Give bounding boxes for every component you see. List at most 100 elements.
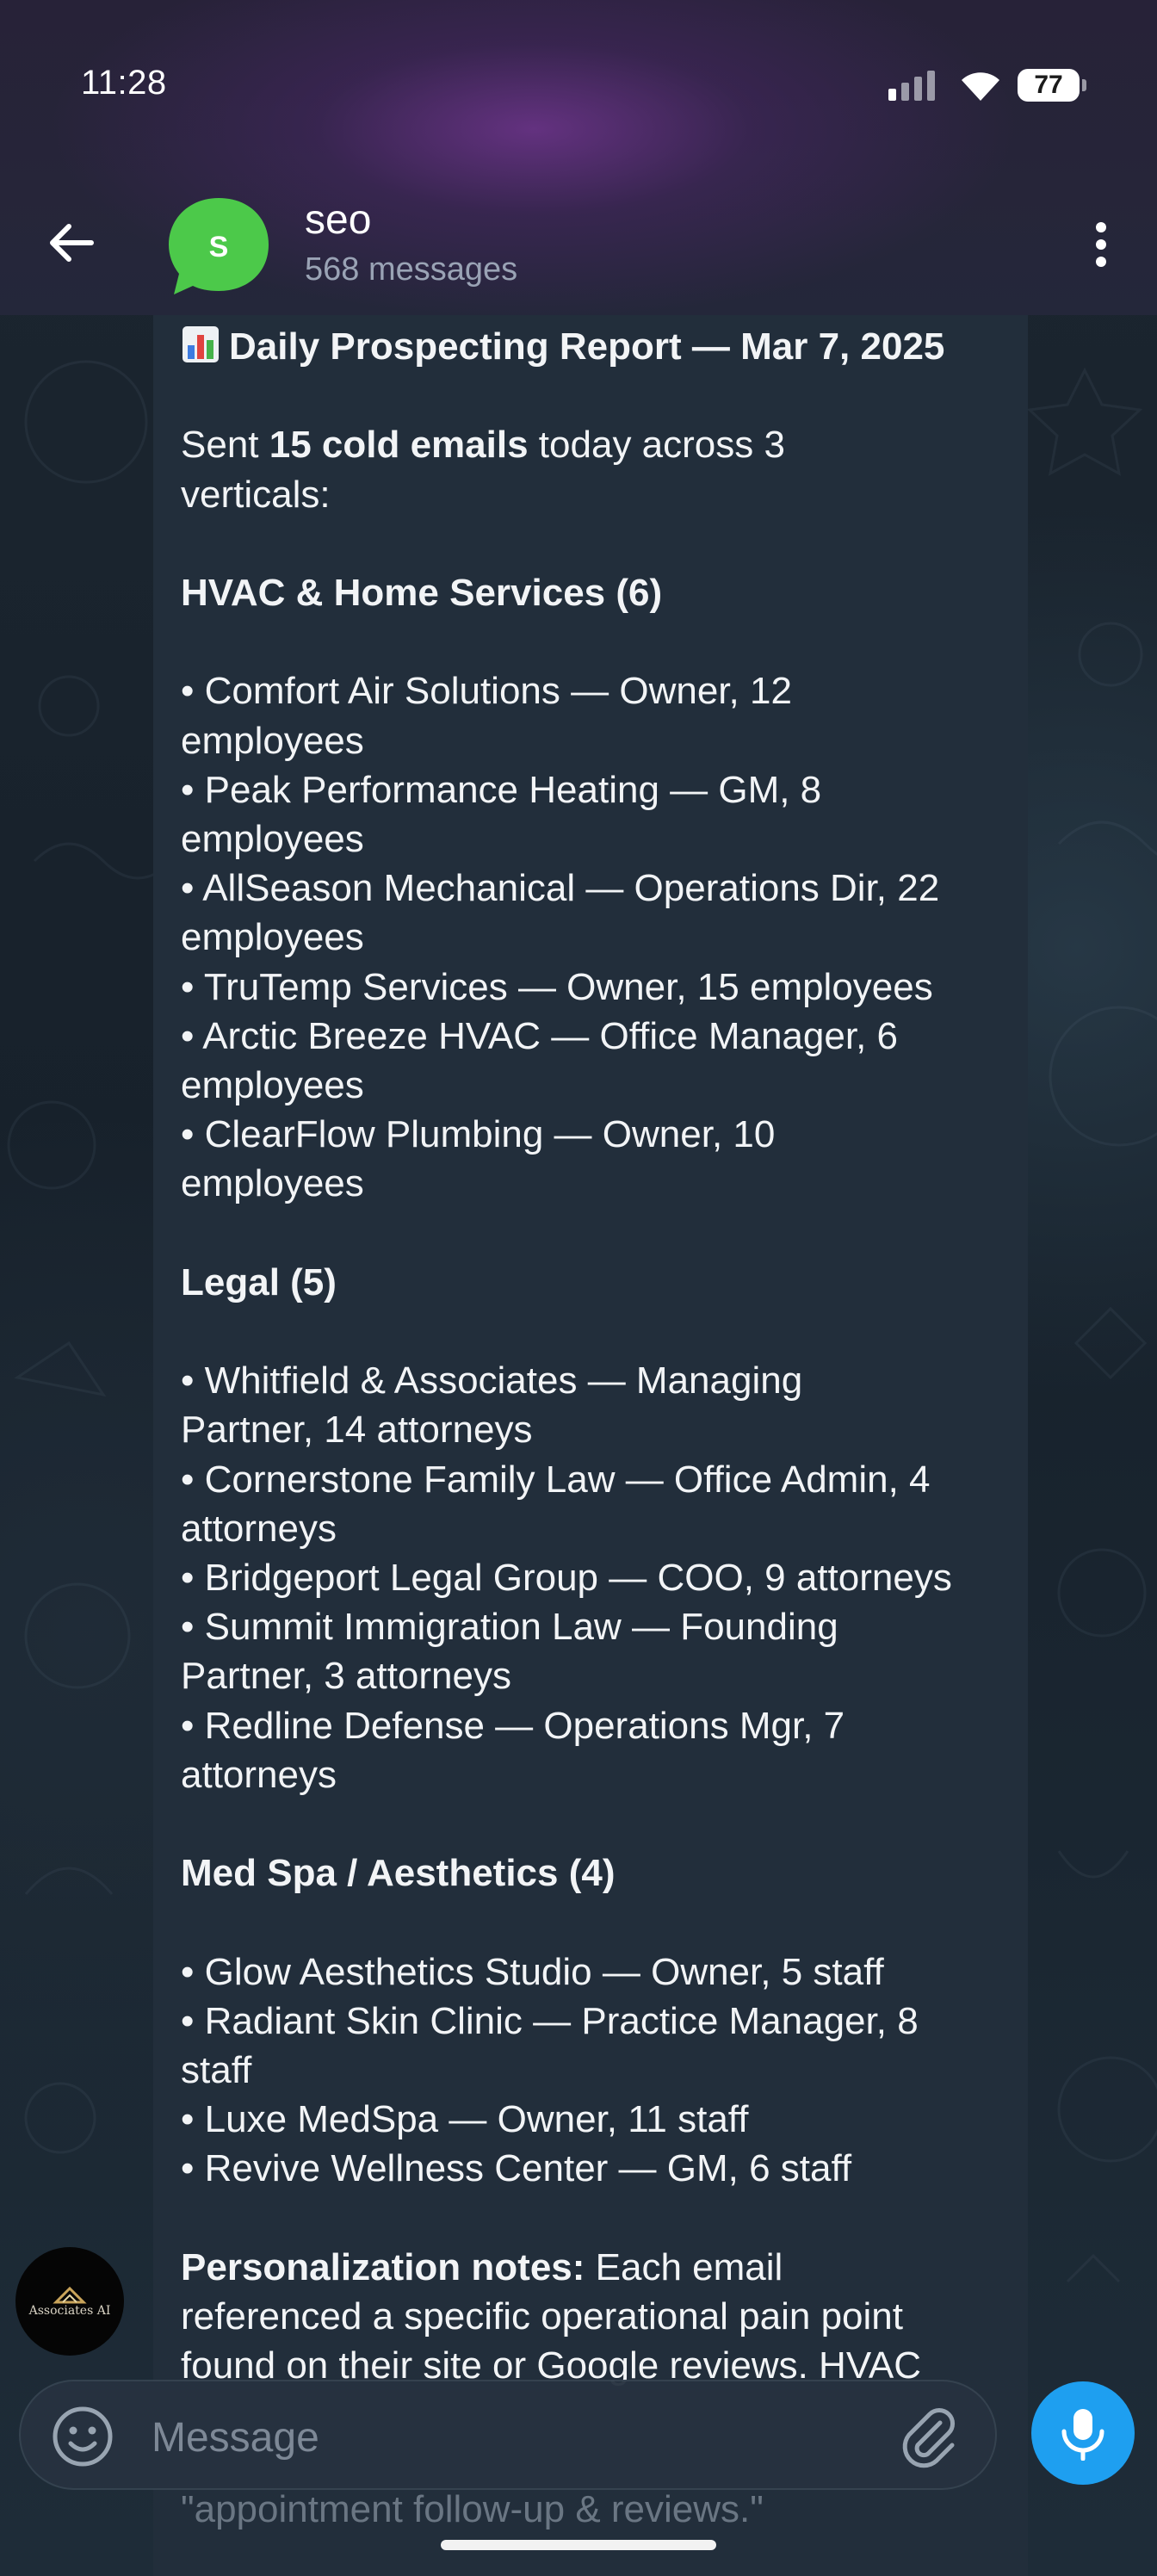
voice-record-button[interactable] xyxy=(1031,2381,1135,2485)
message-text: Daily Prospecting Report — Mar 7, 2025 Se… xyxy=(181,322,990,2390)
message-text-segment: staff xyxy=(181,2049,252,2091)
chat-subtitle: 568 messages xyxy=(305,251,518,288)
message-text-segment: • Revive Wellness Center — GM, 6 staff xyxy=(181,2147,852,2190)
more-options-button[interactable] xyxy=(1071,212,1131,277)
message-line: verticals: xyxy=(181,470,990,519)
message-bubble[interactable]: Daily Prospecting Report — Mar 7, 2025 Se… xyxy=(153,315,1028,2576)
message-text-segment: employees xyxy=(181,916,364,959)
message-text-segment: • Comfort Air Solutions — Owner, 12 xyxy=(181,670,792,713)
message-text-segment: • Bridgeport Legal Group — COO, 9 attorn… xyxy=(181,1557,952,1599)
paperclip-icon xyxy=(902,2407,956,2468)
message-line: • Comfort Air Solutions — Owner, 12 xyxy=(181,666,990,715)
message-composer xyxy=(19,2380,997,2490)
message-line: staff xyxy=(181,2046,990,2095)
message-line: • Peak Performance Heating — GM, 8 xyxy=(181,765,990,814)
message-text-segment: attorneys xyxy=(181,1507,337,1550)
chat-header: 11:28 77 S seo 568 messages xyxy=(0,0,1157,315)
message-line: • Whitfield & Associates — Managing xyxy=(181,1356,990,1405)
message-text-segment: • Luxe MedSpa — Owner, 11 staff xyxy=(181,2098,749,2141)
message-line: • AllSeason Mechanical — Operations Dir,… xyxy=(181,864,990,913)
home-indicator[interactable] xyxy=(441,2540,716,2550)
message-line: • ClearFlow Plumbing — Owner, 10 xyxy=(181,1110,990,1159)
message-text-segment: Partner, 14 attorneys xyxy=(181,1409,533,1452)
message-line: • Cornerstone Family Law — Office Admin,… xyxy=(181,1455,990,1504)
wifi-icon xyxy=(962,72,999,101)
message-bold-text: 15 cold emails xyxy=(269,424,529,467)
message-line: HVAC & Home Services (6) xyxy=(181,568,990,617)
sender-avatar-label: Associates AI xyxy=(28,2304,111,2318)
svg-text:S: S xyxy=(209,231,229,263)
message-line: employees xyxy=(181,913,990,962)
message-line: Partner, 14 attorneys xyxy=(181,1405,990,1454)
message-bold-text: HVAC & Home Services (6) xyxy=(181,571,663,614)
message-text-segment: • Whitfield & Associates — Managing xyxy=(181,1359,803,1403)
message-overflow-line: "appointment follow-up & reviews." xyxy=(181,2488,764,2530)
message-line: • Summit Immigration Law — Founding xyxy=(181,1602,990,1651)
battery-icon: 77 xyxy=(1018,69,1086,102)
message-text-segment: • ClearFlow Plumbing — Owner, 10 xyxy=(181,1113,776,1156)
bar-chart-icon xyxy=(183,326,219,362)
message-text-segment: • AllSeason Mechanical — Operations Dir,… xyxy=(181,867,940,910)
message-bold-text: Med Spa / Aesthetics (4) xyxy=(181,1852,616,1895)
message-line: employees xyxy=(181,1061,990,1110)
message-text-segment: verticals: xyxy=(181,473,331,516)
message-text-segment: Partner, 3 attorneys xyxy=(181,1655,511,1698)
message-text-segment: employees xyxy=(181,817,364,860)
smiley-icon xyxy=(53,2406,113,2467)
message-line: • Radiant Skin Clinic — Practice Manager… xyxy=(181,1997,990,2046)
message-text-segment: today across 3 xyxy=(528,424,785,467)
message-line: • Luxe MedSpa — Owner, 11 staff xyxy=(181,2095,990,2144)
arrow-left-icon xyxy=(50,224,94,262)
message-text-segment: employees xyxy=(181,719,364,762)
status-icons: 77 xyxy=(887,64,1086,107)
message-bold-text: Daily Prospecting Report — Mar 7, 2025 xyxy=(229,325,945,368)
attach-button[interactable] xyxy=(895,2404,961,2469)
message-text-segment: • Arctic Breeze HVAC — Office Manager, 6 xyxy=(181,1014,898,1057)
message-bold-text: Legal (5) xyxy=(181,1260,337,1303)
message-text-segment: employees xyxy=(181,1162,364,1205)
message-line: Med Spa / Aesthetics (4) xyxy=(181,1848,990,1898)
message-line: employees xyxy=(181,716,990,765)
message-bold-text: Personalization notes: xyxy=(181,2245,585,2288)
signal-icon xyxy=(888,71,935,101)
emoji-button[interactable] xyxy=(50,2404,115,2469)
message-line: • Revive Wellness Center — GM, 6 staff xyxy=(181,2144,990,2193)
message-line: • Glow Aesthetics Studio — Owner, 5 staf… xyxy=(181,1947,990,1997)
logo-icon xyxy=(53,2286,87,2304)
message-line: attorneys xyxy=(181,1504,990,1553)
message-line: Partner, 3 attorneys xyxy=(181,1651,990,1700)
message-text-segment: • Radiant Skin Clinic — Practice Manager… xyxy=(181,1999,919,2042)
message-line: referenced a specific operational pain p… xyxy=(181,2292,990,2341)
more-vert-icon xyxy=(1096,222,1106,267)
message-text-segment: • Glow Aesthetics Studio — Owner, 5 staf… xyxy=(181,1950,884,1993)
message-line: • Redline Defense — Operations Mgr, 7 xyxy=(181,1701,990,1750)
message-text-segment: attorneys xyxy=(181,1753,337,1796)
message-text-segment: employees xyxy=(181,1064,364,1106)
message-text-segment: referenced a specific operational pain p… xyxy=(181,2295,903,2338)
message-line: • TruTemp Services — Owner, 15 employees xyxy=(181,963,990,1012)
message-line: Sent 15 cold emails today across 3 xyxy=(181,420,990,469)
message-text-segment: Sent xyxy=(181,424,269,467)
message-line: • Arctic Breeze HVAC — Office Manager, 6 xyxy=(181,1012,990,1061)
message-line: Daily Prospecting Report — Mar 7, 2025 xyxy=(181,322,990,371)
chat-avatar[interactable]: S xyxy=(167,195,270,298)
message-input[interactable] xyxy=(150,2407,911,2468)
back-button[interactable] xyxy=(34,207,107,279)
message-line: Legal (5) xyxy=(181,1258,990,1307)
chat-title[interactable]: seo xyxy=(305,196,371,244)
message-text-segment: • Cornerstone Family Law — Office Admin,… xyxy=(181,1458,931,1501)
message-line: Personalization notes: Each email xyxy=(181,2243,990,2292)
message-text-segment: • Peak Performance Heating — GM, 8 xyxy=(181,768,822,811)
sender-avatar[interactable]: Associates AI xyxy=(15,2247,124,2356)
message-text-segment: • TruTemp Services — Owner, 15 employees xyxy=(181,965,933,1008)
message-text-segment: • Summit Immigration Law — Founding xyxy=(181,1606,838,1649)
message-line: employees xyxy=(181,814,990,864)
message-line: • Bridgeport Legal Group — COO, 9 attorn… xyxy=(181,1553,990,1602)
message-text-segment: Each email xyxy=(585,2245,783,2288)
microphone-icon xyxy=(1061,2409,1104,2461)
